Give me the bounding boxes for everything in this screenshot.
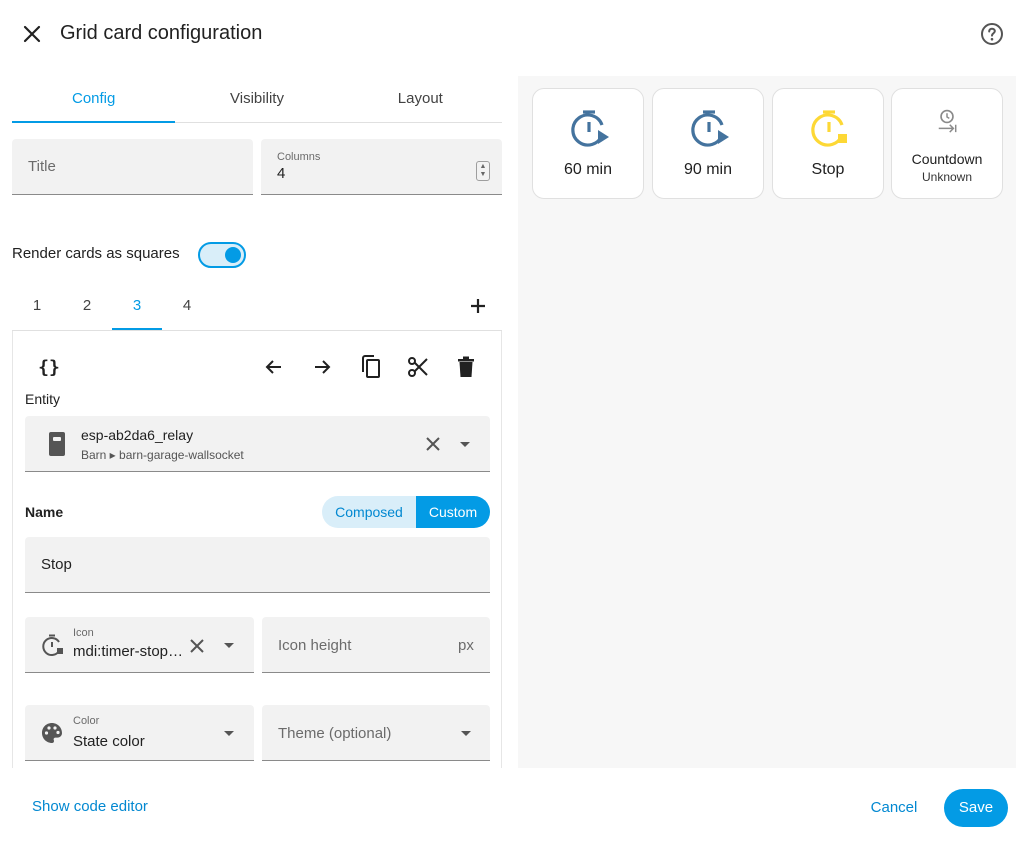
square-toggle-label: Render cards as squares <box>12 245 180 262</box>
arrow-left-icon <box>265 360 281 374</box>
close-button[interactable] <box>14 16 50 52</box>
move-left-button[interactable] <box>260 353 288 381</box>
columns-stepper[interactable]: ▲ ▼ <box>476 161 490 181</box>
icon-picker[interactable]: Icon mdi:timer-stop… <box>25 617 254 673</box>
preview-card-label: 60 min <box>563 161 613 178</box>
entity-picker[interactable]: esp-ab2da6_relay Barn ▸ barn-garage-wall… <box>25 416 490 472</box>
socket-icon <box>49 432 65 456</box>
color-label: Color <box>73 715 100 727</box>
plus-icon <box>471 299 485 313</box>
preview-card-60-min[interactable]: 60 min <box>532 88 644 199</box>
columns-value: 4 <box>277 165 286 182</box>
color-value: State color <box>73 733 145 750</box>
preview-card-label: Stop <box>811 161 845 178</box>
palette-icon <box>42 723 62 743</box>
cut-button[interactable] <box>404 353 432 381</box>
entity-name: esp-ab2da6_relay <box>81 427 194 443</box>
arrow-right-icon <box>315 360 331 374</box>
timer-play-icon <box>691 110 729 147</box>
toggle-knob <box>225 247 241 263</box>
entity-label: Entity <box>25 391 61 407</box>
copy-button[interactable] <box>356 353 384 381</box>
square-toggle[interactable] <box>198 242 246 268</box>
show-code-editor-button[interactable]: Show code editor <box>32 798 148 815</box>
theme-picker[interactable]: Theme (optional) <box>262 705 490 761</box>
preview-card-countdown[interactable]: Countdown Unknown <box>891 88 1003 199</box>
tab-visibility[interactable]: Visibility <box>175 78 338 122</box>
columns-field[interactable]: Columns 4 ▲ ▼ <box>261 139 502 195</box>
icon-height-placeholder: Icon height <box>278 637 352 654</box>
timer-stop-icon <box>811 110 847 147</box>
preview-card-90-min[interactable]: 90 min <box>652 88 764 199</box>
card-config-dialog: Grid card configuration Config Visibilit… <box>0 0 1024 842</box>
delete-button[interactable] <box>452 353 480 381</box>
trash-icon <box>458 356 474 377</box>
title-field[interactable]: Title <box>12 139 253 195</box>
title-placeholder: Title <box>28 158 56 175</box>
entity-path: Barn ▸ barn-garage-wallsocket <box>81 448 244 462</box>
stepper-down-icon: ▼ <box>479 171 487 178</box>
code-editor-toggle[interactable]: {} <box>35 353 63 381</box>
code-braces-icon: {} <box>38 356 60 378</box>
chevron-down-icon[interactable] <box>224 731 234 736</box>
copy-icon <box>362 355 380 378</box>
preview-card-state: Unknown <box>921 170 973 184</box>
chevron-down-icon[interactable] <box>224 643 234 648</box>
timer-arrow-icon <box>938 109 957 133</box>
dialog-title: Grid card configuration <box>60 22 263 44</box>
preview-card-stop[interactable]: Stop <box>772 88 884 199</box>
tab-config[interactable]: Config <box>12 78 176 123</box>
card-tab-1[interactable]: 1 <box>12 288 62 330</box>
chevron-down-icon[interactable] <box>460 442 470 447</box>
theme-placeholder: Theme (optional) <box>278 725 392 742</box>
entity-clear-button[interactable] <box>421 432 445 456</box>
preview-card-label: 90 min <box>683 161 733 178</box>
cancel-button[interactable]: Cancel <box>862 790 926 826</box>
preview-card-label: Countdown <box>911 151 983 167</box>
save-button[interactable]: Save <box>944 789 1008 827</box>
name-value: Stop <box>41 556 72 573</box>
move-right-button[interactable] <box>308 353 336 381</box>
stepper-up-icon: ▲ <box>479 163 487 170</box>
icon-value: mdi:timer-stop… <box>73 643 184 660</box>
close-icon <box>23 25 41 43</box>
icon-height-suffix: px <box>458 637 474 654</box>
scissors-icon <box>408 357 428 377</box>
name-label: Name <box>25 504 64 520</box>
tab-layout[interactable]: Layout <box>339 78 502 122</box>
name-field[interactable]: Stop <box>25 537 490 593</box>
close-icon <box>190 639 204 653</box>
timer-play-icon <box>571 110 609 147</box>
card-editor: {} Entity esp-ab2da6_relay Barn ▸ barn-g… <box>12 331 502 768</box>
card-tabs: 1 2 3 4 <box>12 288 502 331</box>
timer-stop-icon <box>42 634 63 656</box>
card-tab-2[interactable]: 2 <box>62 288 112 330</box>
columns-label: Columns <box>277 151 321 163</box>
name-mode-toggle: Composed Custom <box>322 496 490 528</box>
card-preview: 60 min 90 min Stop Countdown Unknown <box>518 76 1016 768</box>
close-icon <box>426 437 440 451</box>
icon-label: Icon <box>73 627 94 639</box>
icon-height-field[interactable]: Icon height px <box>262 617 490 673</box>
config-tabs: Config Visibility Layout <box>12 78 502 123</box>
card-tab-4[interactable]: 4 <box>162 288 212 330</box>
composed-option[interactable]: Composed <box>322 496 416 528</box>
custom-option[interactable]: Custom <box>416 496 490 528</box>
help-button[interactable] <box>976 18 1008 50</box>
color-picker[interactable]: Color State color <box>25 705 254 761</box>
dialog-header: Grid card configuration <box>0 0 1024 68</box>
add-card-button[interactable] <box>466 292 490 320</box>
card-tab-3[interactable]: 3 <box>112 288 162 330</box>
help-icon <box>981 23 1003 45</box>
icon-clear-button[interactable] <box>185 634 209 658</box>
chevron-down-icon[interactable] <box>461 731 471 736</box>
